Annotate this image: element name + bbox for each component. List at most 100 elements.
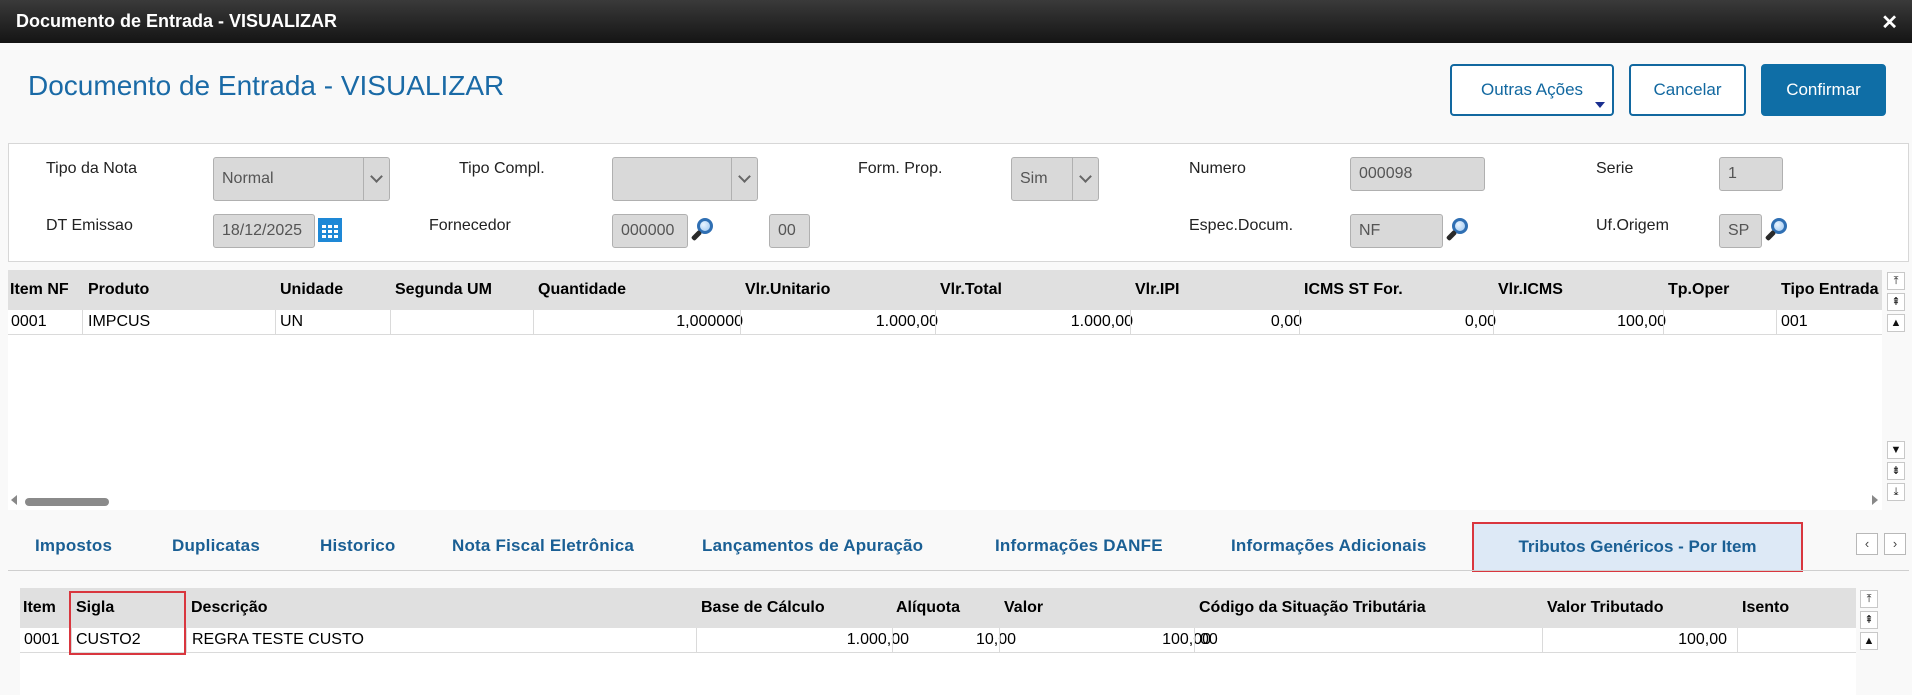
- search-icon[interactable]: [1445, 218, 1470, 242]
- numero-field[interactable]: 000098: [1350, 157, 1485, 191]
- col-header[interactable]: Quantidade: [538, 281, 626, 299]
- dt-emissao-field[interactable]: 18/12/2025: [213, 214, 315, 248]
- tab-divider: [8, 570, 1909, 571]
- dt-emissao-label: DT Emissao: [46, 217, 133, 234]
- search-icon[interactable]: [690, 218, 715, 242]
- scroll-bottom-icon[interactable]: ⤓: [1887, 483, 1905, 501]
- table-row[interactable]: 0001 IMPCUS UN 1,000000 1.000,00 1.000,0…: [8, 310, 1882, 335]
- serie-field[interactable]: 1: [1719, 157, 1783, 191]
- col-header[interactable]: Vlr.IPI: [1135, 281, 1179, 299]
- scroll-page-up-icon[interactable]: ⇞: [1860, 611, 1878, 629]
- tab-impostos[interactable]: Impostos: [35, 536, 112, 556]
- tab-duplicatas[interactable]: Duplicatas: [172, 536, 260, 556]
- col-header[interactable]: Segunda UM: [395, 281, 492, 299]
- scroll-page-down-icon[interactable]: ⇟: [1887, 462, 1905, 480]
- col-header[interactable]: Vlr.Total: [940, 281, 1002, 299]
- col-header[interactable]: ICMS ST For.: [1304, 281, 1403, 299]
- scroll-down-icon[interactable]: ▼: [1887, 441, 1905, 459]
- fornecedor-label: Fornecedor: [429, 217, 511, 234]
- chevron-down-icon: [363, 158, 389, 200]
- scroll-top-icon[interactable]: ⤒: [1860, 590, 1878, 608]
- scroll-up-icon[interactable]: ▲: [1860, 632, 1878, 650]
- scroll-page-up-icon[interactable]: ⇞: [1887, 293, 1905, 311]
- tab-tributos-genericos-label: Tributos Genéricos - Por Item: [1518, 537, 1757, 556]
- cell: 001: [1781, 313, 1808, 330]
- tab-informacoes-danfe[interactable]: Informações DANFE: [995, 536, 1163, 556]
- cell: 00: [1200, 631, 1218, 648]
- col-header[interactable]: Tipo Entrada: [1781, 281, 1879, 299]
- page-title: Documento de Entrada - VISUALIZAR: [28, 70, 505, 101]
- fornecedor-field[interactable]: 000000: [612, 214, 688, 248]
- cell: 1.000,00: [846, 631, 909, 648]
- cell: 100,00: [1617, 313, 1666, 330]
- espec-docum-value: NF: [1359, 222, 1381, 239]
- tab-next-icon[interactable]: ›: [1884, 533, 1906, 555]
- col-header[interactable]: Item NF: [10, 281, 69, 299]
- fornecedor-loja-field[interactable]: 00: [769, 214, 810, 248]
- table-row[interactable]: 0001 CUSTO2 REGRA TESTE CUSTO 1.000,00 1…: [20, 628, 1856, 653]
- tab-lancamentos-apuracao[interactable]: Lançamentos de Apuração: [702, 536, 923, 556]
- cancel-button[interactable]: Cancelar: [1629, 64, 1746, 116]
- col-header[interactable]: Alíquota: [896, 599, 960, 617]
- tipo-nota-label: Tipo da Nota: [46, 160, 138, 177]
- cell: 0,00: [1270, 313, 1302, 330]
- tipo-compl-select[interactable]: [612, 157, 758, 201]
- col-header[interactable]: Base de Cálculo: [701, 599, 825, 617]
- tributos-vertical-scrollbar[interactable]: ⤒ ⇞ ▲: [1856, 588, 1882, 695]
- close-icon[interactable]: ✕: [1881, 10, 1898, 35]
- col-header[interactable]: Código da Situação Tributária: [1199, 599, 1426, 617]
- cell: 0001: [24, 631, 60, 648]
- fornecedor-loja-value: 00: [778, 222, 796, 239]
- col-header[interactable]: Unidade: [280, 281, 343, 299]
- window-titlebar: Documento de Entrada - VISUALIZAR ✕: [0, 0, 1912, 43]
- col-header[interactable]: Isento: [1742, 599, 1789, 617]
- chevron-down-icon: [731, 158, 757, 200]
- tab-informacoes-adicionais[interactable]: Informações Adicionais: [1231, 536, 1427, 556]
- cell: 1.000,00: [1070, 313, 1133, 330]
- cancel-label: Cancelar: [1653, 80, 1722, 99]
- cell: 1,000000: [676, 313, 743, 330]
- col-header[interactable]: Descrição: [191, 599, 268, 617]
- numero-value: 000098: [1359, 165, 1413, 182]
- cell: 0,00: [1464, 313, 1496, 330]
- horizontal-scroll-thumb[interactable]: [25, 498, 109, 506]
- cell: CUSTO2: [76, 631, 141, 648]
- tab-tributos-genericos[interactable]: Tributos Genéricos - Por Item: [1472, 522, 1803, 572]
- search-icon[interactable]: [1764, 218, 1789, 242]
- other-actions-button[interactable]: Outras Ações: [1450, 64, 1614, 116]
- tipo-nota-select[interactable]: Normal: [213, 157, 390, 201]
- tributos-grid: Item Sigla Descrição Base de Cálculo Alí…: [20, 588, 1856, 695]
- col-header[interactable]: Valor Tributado: [1547, 599, 1663, 617]
- cell: UN: [280, 313, 304, 330]
- espec-docum-field[interactable]: NF: [1350, 214, 1443, 248]
- col-header[interactable]: Sigla: [76, 599, 114, 617]
- form-prop-select[interactable]: Sim: [1011, 157, 1099, 201]
- fornecedor-value: 000000: [621, 222, 675, 239]
- scroll-left-icon[interactable]: [11, 495, 17, 505]
- serie-label: Serie: [1596, 160, 1634, 177]
- col-header[interactable]: Produto: [88, 281, 149, 299]
- col-header[interactable]: Vlr.Unitario: [745, 281, 830, 299]
- tipo-compl-label: Tipo Compl.: [459, 160, 545, 177]
- numero-label: Numero: [1189, 160, 1246, 177]
- espec-docum-label: Espec.Docum.: [1189, 217, 1294, 234]
- tab-historico[interactable]: Historico: [320, 536, 395, 556]
- scroll-up-icon[interactable]: ▲: [1887, 314, 1905, 332]
- confirm-button[interactable]: Confirmar: [1761, 64, 1886, 116]
- tab-nota-fiscal-eletronica[interactable]: Nota Fiscal Eletrônica: [452, 536, 634, 556]
- scroll-top-icon[interactable]: ⤒: [1887, 272, 1905, 290]
- tipo-nota-value: Normal: [222, 170, 274, 187]
- col-header[interactable]: Valor: [1004, 599, 1043, 617]
- tab-prev-icon[interactable]: ‹: [1856, 533, 1878, 555]
- col-header[interactable]: Item: [23, 599, 56, 617]
- scroll-right-icon[interactable]: [1872, 495, 1878, 505]
- items-vertical-scrollbar[interactable]: ⤒ ⇞ ▲ ▼ ⇟ ⤓: [1883, 270, 1909, 510]
- col-header[interactable]: Tp.Oper: [1668, 281, 1729, 299]
- cell: 1.000,00: [875, 313, 938, 330]
- dropdown-caret-icon: [1595, 102, 1605, 108]
- form-prop-label: Form. Prop.: [858, 160, 943, 177]
- cell: 100,00: [1678, 631, 1727, 648]
- col-header[interactable]: Vlr.ICMS: [1498, 281, 1563, 299]
- uf-origem-field[interactable]: SP: [1719, 214, 1762, 248]
- calendar-icon[interactable]: [318, 218, 342, 242]
